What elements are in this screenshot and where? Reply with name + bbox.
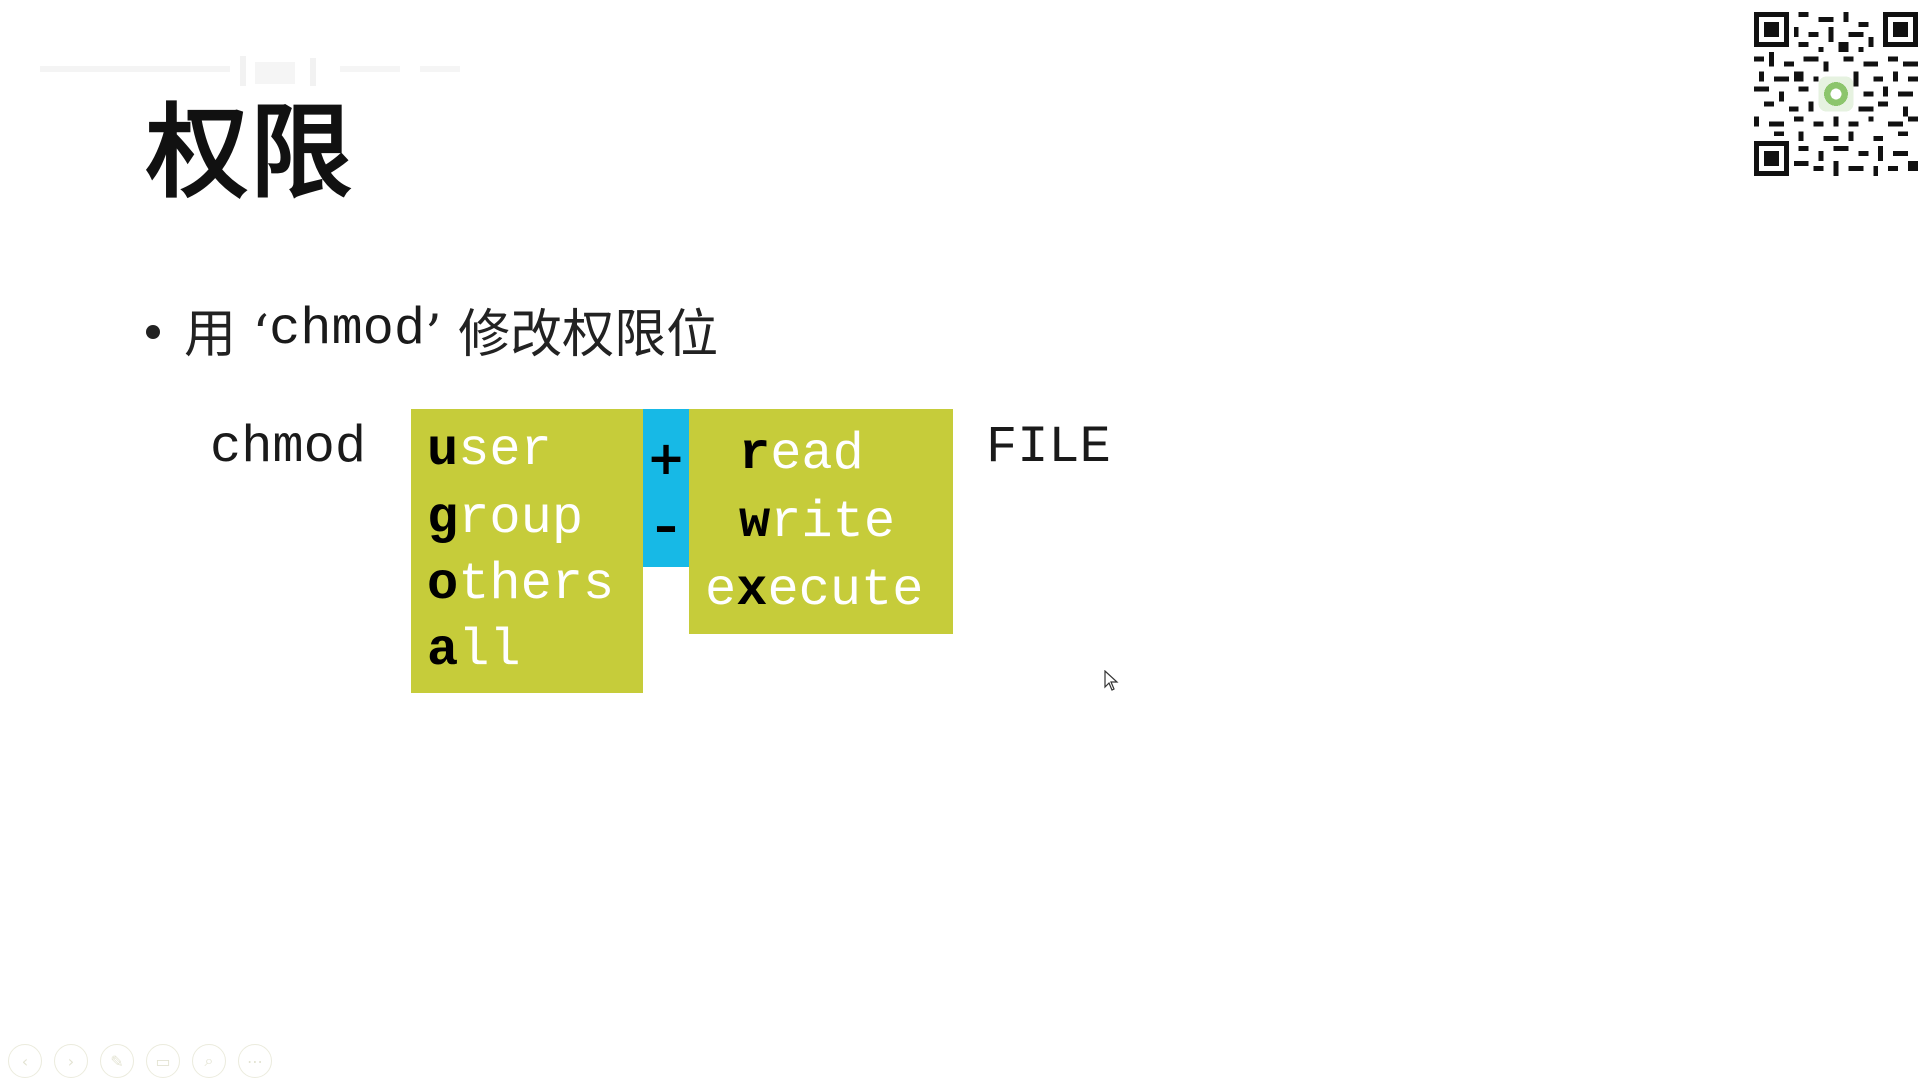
qr-code-icon[interactable]	[1754, 12, 1918, 176]
previous-icon[interactable]: ‹	[8, 1044, 42, 1078]
minus-operator: –	[654, 499, 678, 553]
more-icon[interactable]: ⋯	[238, 1044, 272, 1078]
pen-icon[interactable]: ✎	[100, 1044, 134, 1078]
slideshow-toolbar: ‹ › ✎ ▭ ⌕ ⋯	[8, 1044, 272, 1078]
command-label: chmod	[210, 418, 367, 477]
bullet-item: 用 ‘chmod’ 修改权限位	[146, 292, 718, 367]
perm-write: write	[739, 493, 896, 552]
perm-read: read	[739, 425, 864, 484]
who-box: user group others all	[411, 409, 643, 693]
bullet-prefix: 用 ‘	[184, 305, 270, 365]
plus-operator: +	[646, 431, 686, 485]
slide: 权限 用 ‘chmod’ 修改权限位 chmod user group othe…	[0, 0, 1920, 1080]
perm-execute: execute	[705, 561, 924, 620]
page-title: 权限	[146, 94, 354, 213]
who-others: others	[427, 555, 615, 614]
next-icon[interactable]: ›	[54, 1044, 88, 1078]
bullet-code: chmod	[269, 300, 426, 359]
slides-icon[interactable]: ▭	[146, 1044, 180, 1078]
bullet-dot-icon	[146, 324, 160, 339]
who-all: all	[427, 621, 521, 680]
bullet-suffix: ’ 修改权限位	[425, 305, 719, 365]
file-label: FILE	[986, 418, 1111, 477]
operator-box: + –	[643, 409, 689, 567]
who-user: user	[427, 421, 552, 480]
mouse-pointer-icon	[1104, 670, 1119, 691]
zoom-icon[interactable]: ⌕	[192, 1044, 226, 1078]
header-watermark	[40, 56, 460, 86]
who-group: group	[427, 489, 584, 548]
permissions-box: read write execute	[689, 409, 953, 634]
